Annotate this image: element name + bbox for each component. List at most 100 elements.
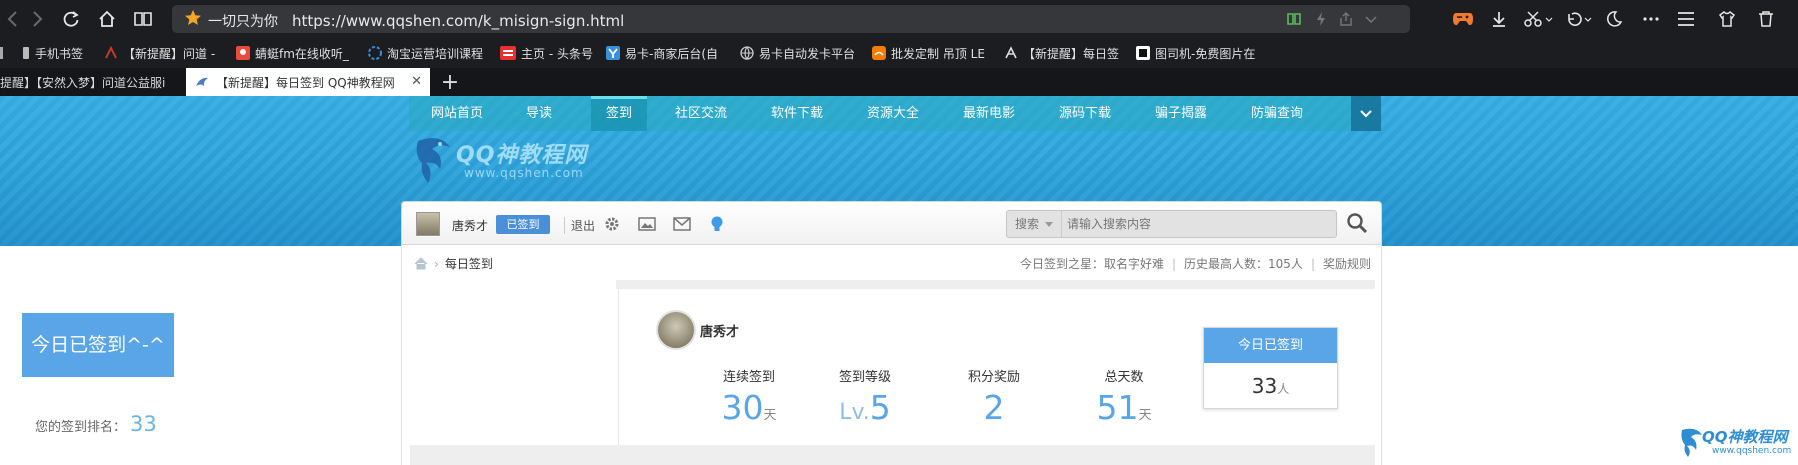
- logout-link[interactable]: 退出: [564, 217, 595, 234]
- corner-logo[interactable]: QQ神教程网 www.qqshen.com: [1678, 424, 1796, 462]
- search-icon: [1347, 213, 1368, 234]
- rank-label: 您的签到排名：: [35, 420, 127, 435]
- nav-more-button[interactable]: [1351, 96, 1381, 131]
- reader-icon[interactable]: [132, 8, 154, 30]
- home-icon[interactable]: [96, 8, 118, 30]
- address-url[interactable]: https://www.qqshen.com/k_misign-sign.htm…: [292, 12, 624, 30]
- bookmark-item[interactable]: 手机书签: [22, 44, 83, 62]
- bookmark-label: 淘宝运营培训课程: [387, 46, 484, 61]
- back-icon[interactable]: [2, 8, 24, 30]
- divider: [410, 445, 1375, 465]
- bookmark-item[interactable]: 【新提醒】每日签: [1004, 44, 1119, 62]
- address-bar[interactable]: 一切只为你 https://www.qqshen.com/k_misign-sig…: [172, 5, 1410, 33]
- stat-points: 积分奖励 2: [939, 366, 1049, 427]
- qingting-icon: [236, 46, 250, 60]
- breadcrumb-current: 每日签到: [444, 257, 493, 271]
- moon-icon[interactable]: [1603, 8, 1625, 30]
- undo-icon[interactable]: [1563, 8, 1593, 30]
- search-type-label: 搜索: [1015, 217, 1040, 231]
- bookmark-item[interactable]: 图司机-免费图片在: [1136, 44, 1255, 62]
- bookmark-item[interactable]: 易卡自动发卡平台: [740, 44, 855, 62]
- nav-item-resources[interactable]: 资源大全: [845, 96, 941, 131]
- address-text: 一切只为你 https://www.qqshen.com/k_misign-sig…: [208, 11, 624, 31]
- nav-item-scam-expose[interactable]: 骗子揭露: [1133, 96, 1229, 131]
- caret-down-icon: [1044, 222, 1053, 227]
- image-icon[interactable]: [638, 215, 656, 233]
- search-input[interactable]: [1067, 211, 1332, 237]
- stat-value: 51: [1096, 388, 1139, 427]
- download-icon[interactable]: [1488, 8, 1510, 30]
- bookmark-separator-icon: [0, 44, 4, 62]
- avatar[interactable]: [416, 212, 440, 236]
- nav-item-sign[interactable]: 签到: [591, 96, 647, 131]
- new-tab-button[interactable]: +: [440, 68, 460, 96]
- sign-username[interactable]: 唐秀才: [700, 321, 739, 340]
- stat-label: 连续签到: [722, 370, 775, 385]
- stat-unit: 天: [763, 408, 777, 423]
- sign-button[interactable]: 今日已签到^-^: [22, 313, 174, 377]
- today-sign-count: 33: [1251, 374, 1278, 398]
- bookmark-item[interactable]: 批发定制 吊顶 LE: [872, 44, 985, 62]
- bookmark-item[interactable]: 易卡-商家后台(自: [606, 44, 718, 62]
- username[interactable]: 唐秀才: [452, 217, 488, 234]
- book-icon[interactable]: [1286, 11, 1302, 31]
- nav-item-software[interactable]: 软件下载: [749, 96, 845, 131]
- lightning-icon[interactable]: [1314, 11, 1328, 31]
- bookmark-item[interactable]: 淘宝运营培训课程: [368, 44, 483, 62]
- lightbulb-icon[interactable]: [708, 215, 726, 233]
- mail-icon[interactable]: [673, 215, 691, 233]
- rank-value: 33: [130, 412, 157, 436]
- bookmark-label: 【新提醒】问道 -: [123, 46, 216, 61]
- user-bar: 唐秀才 已签到 退出 搜索: [401, 201, 1382, 245]
- today-sign-title: 今日已签到: [1204, 328, 1337, 363]
- gamepad-icon[interactable]: [1452, 8, 1474, 30]
- rules-link[interactable]: 奖励规则: [1323, 257, 1371, 271]
- rank-info: 您的签到排名： 33: [35, 412, 157, 436]
- bookmark-label: 【新提醒】每日签: [1023, 46, 1120, 61]
- nav-item-guide[interactable]: 导读: [505, 96, 573, 131]
- refresh-icon[interactable]: [60, 8, 82, 30]
- nav-item-source[interactable]: 源码下载: [1037, 96, 1133, 131]
- star-icon[interactable]: [184, 9, 202, 31]
- yika-icon: [606, 46, 620, 60]
- breadcrumb-separator-icon: ›: [434, 256, 439, 271]
- corner-logo-url: www.qqshen.com: [1712, 446, 1792, 456]
- phone-icon: [23, 47, 29, 59]
- tab-label: 提醒】【安然入梦】问道公益服i: [0, 75, 166, 90]
- nav-item-home[interactable]: 网站首页: [409, 96, 505, 131]
- forward-icon[interactable]: [26, 8, 48, 30]
- bookmark-item[interactable]: 主页 - 头条号: [500, 44, 593, 62]
- bookmark-item[interactable]: 蜻蜓fm在线收听_: [236, 44, 349, 62]
- bookmark-label: 主页 - 头条号: [521, 46, 593, 61]
- logo-url: www.qqshen.com: [464, 166, 584, 180]
- signed-badge[interactable]: 已签到: [496, 215, 550, 234]
- tab-inactive[interactable]: 提醒】【安然入梦】问道公益服i: [0, 68, 180, 96]
- tab-active[interactable]: 【新提醒】每日签到 QQ神教程网 ✕: [186, 68, 430, 96]
- share-icon[interactable]: [1338, 11, 1354, 31]
- alibaba-icon: [872, 46, 886, 60]
- close-tab-icon[interactable]: ✕: [411, 74, 422, 89]
- wendao-icon: [105, 46, 117, 59]
- search-box: 搜索: [1006, 210, 1337, 238]
- bookmark-item[interactable]: 【新提醒】问道 -: [104, 44, 215, 62]
- stat-unit: 天: [1138, 408, 1152, 423]
- search-type-select[interactable]: 搜索: [1007, 211, 1062, 237]
- chevron-down-icon[interactable]: [1364, 11, 1378, 31]
- trash-icon[interactable]: [1755, 8, 1777, 30]
- home-icon[interactable]: [414, 257, 428, 270]
- menu-icon[interactable]: [1675, 8, 1697, 30]
- nav-item-movies[interactable]: 最新电影: [941, 96, 1037, 131]
- search-button[interactable]: [1346, 212, 1370, 236]
- qqshen-bookmark-icon: [1005, 46, 1017, 59]
- stat-label: 积分奖励: [967, 370, 1020, 385]
- shirt-icon[interactable]: [1716, 8, 1738, 30]
- scissors-icon[interactable]: [1522, 8, 1554, 30]
- gear-icon[interactable]: [603, 215, 621, 233]
- more-dots-icon[interactable]: [1640, 8, 1662, 30]
- sign-stats: 今日签到之星：取名字好难 | 历史最高人数：105人 | 奖励规则: [1019, 257, 1371, 271]
- avatar[interactable]: [656, 310, 696, 350]
- today-sign-unit: 人: [1277, 382, 1290, 396]
- nav-item-community[interactable]: 社区交流: [653, 96, 749, 131]
- nav-item-scam-check[interactable]: 防骗查询: [1229, 96, 1325, 131]
- site-logo[interactable]: QQ神教程网 www.qqshen.com: [410, 133, 610, 185]
